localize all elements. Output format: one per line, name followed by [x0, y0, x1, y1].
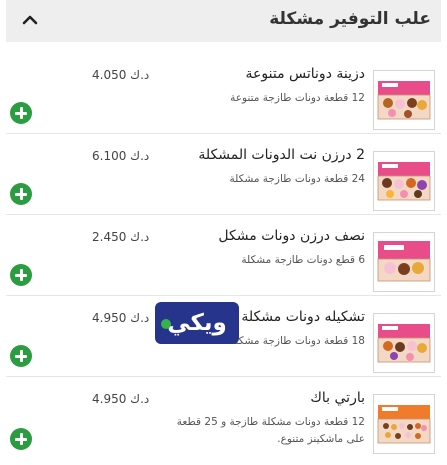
plus-icon[interactable]	[10, 264, 32, 286]
logo-dot	[161, 319, 171, 329]
list-item[interactable]: بارتي باك 12 قطعة دونات مشكلة طازجة و 25…	[6, 380, 441, 465]
item-name: بارتي باك	[310, 390, 365, 406]
watermark-text: ويكي	[167, 310, 227, 336]
chevron-up-icon[interactable]	[20, 10, 40, 30]
plus-icon[interactable]	[10, 345, 32, 367]
item-name: نصف درزن دونات مشكل	[218, 228, 365, 244]
list-item[interactable]: نصف درزن دونات مشكل 6 قطع دونات طازجة مش…	[6, 218, 441, 296]
item-price: د.ك 4.950	[92, 311, 150, 325]
section-title: علب التوفير مشكلة	[269, 9, 431, 29]
product-image	[373, 70, 435, 130]
watermark-logo: ويكي	[155, 302, 239, 344]
item-name: تشكيله دونات مشكلة	[241, 309, 365, 325]
list-item[interactable]: دزينة دوناتس متنوعة 12 قطعة دونات طازجة …	[6, 56, 441, 134]
plus-icon[interactable]	[10, 183, 32, 205]
product-image	[373, 394, 435, 454]
item-description: 24 قطعة دونات طازجة مشكلة	[229, 173, 365, 185]
item-price: د.ك 4.050	[92, 68, 150, 82]
item-price: د.ك 2.450	[92, 230, 150, 244]
item-name: 2 درزن نت الدونات المشكلة	[198, 147, 365, 163]
section-header[interactable]: علب التوفير مشكلة	[6, 0, 441, 42]
plus-icon[interactable]	[10, 428, 32, 450]
product-image	[373, 313, 435, 373]
item-price: د.ك 6.100	[92, 149, 150, 163]
product-image	[373, 151, 435, 211]
product-image	[373, 232, 435, 292]
item-name: دزينة دوناتس متنوعة	[245, 66, 365, 82]
list-item[interactable]: 2 درزن نت الدونات المشكلة 24 قطعة دونات …	[6, 137, 441, 215]
item-description: 12 قطعة دونات طازجة متنوعة	[230, 92, 365, 104]
item-description: 12 قطعة دونات مشكلة طازجة و 25 قطعة على …	[176, 416, 365, 445]
item-price: د.ك 4.950	[92, 392, 150, 406]
item-description: 6 قطع دونات طازجة مشكلة	[241, 254, 365, 266]
plus-icon[interactable]	[10, 102, 32, 124]
